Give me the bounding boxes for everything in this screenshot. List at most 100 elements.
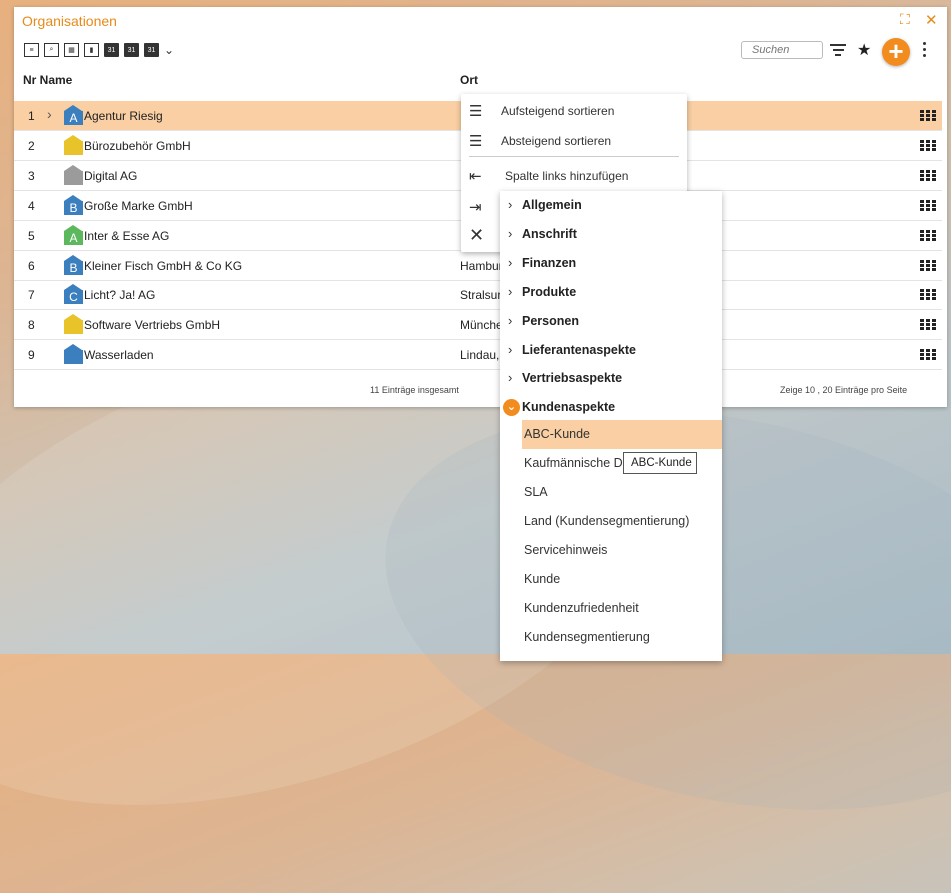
search-input[interactable] [741,41,823,59]
field-category[interactable]: › Allgemein [500,191,722,220]
total-entries: 11 Einträge insgesamt [370,385,459,395]
table-row[interactable]: 9 Wasserladen Lindau, [14,340,942,371]
calendar-day-icon[interactable]: 31 [104,43,119,57]
field-category[interactable]: › Personen [500,307,722,336]
organisation-name[interactable]: Licht? Ja! AG [84,288,155,302]
field-submenu: › Allgemein › Anschrift › Finanzen › Produkte › P… [500,191,722,661]
row-number: 4 [28,198,35,213]
grid-menu-icon[interactable] [920,169,936,182]
tile-view-icon[interactable]: ▦ [64,43,79,57]
field-category[interactable]: › Lieferantenaspekte [500,336,722,365]
more-vertical-icon[interactable] [923,42,927,60]
organisation-type-icon [64,314,83,335]
sort-desc-icon: ☰ [469,133,483,150]
field-category[interactable]: › Finanzen [500,249,722,278]
close-icon: ✕ [469,225,485,245]
organisation-ort: Lindau, [460,348,500,363]
chevron-right-icon: › [508,254,513,270]
chevron-right-icon: › [508,197,513,212]
organisation-type-icon: C [64,284,83,305]
add-button[interactable]: + [882,38,910,66]
row-number: 3 [28,168,35,183]
field-category[interactable]: › Produkte [500,278,722,307]
organisation-type-icon: B [64,254,83,275]
table-row[interactable]: 6 B Kleiner Fisch GmbH & Co KG Hambur [14,251,942,281]
menu-sort-ascending[interactable]: ☰ Aufsteigend sortieren [461,96,687,124]
organisation-type-icon: A [64,105,83,125]
field-category[interactable]: › Anschrift [500,220,722,249]
filter-icon[interactable] [830,44,846,59]
field-item[interactable]: Servicehinweis [522,536,722,565]
chevron-right-icon[interactable]: › [47,106,52,122]
grid-menu-icon[interactable] [920,319,936,331]
table-row[interactable]: 7 C Licht? Ja! AG Stralsur [14,280,942,311]
row-number: 6 [28,258,35,273]
page-size-selector[interactable]: Zeige 10 , 20 Einträge pro Seite [780,385,907,395]
grid-menu-icon[interactable] [920,139,936,152]
chevron-down-icon: ⌄ [503,399,520,417]
organisation-name[interactable]: Agentur Riesig [84,109,163,123]
grid-menu-icon[interactable] [920,259,936,272]
chevron-right-icon: › [508,312,513,328]
star-icon[interactable]: ★ [857,40,871,60]
row-number: 8 [28,318,35,333]
field-item[interactable]: ABC-Kunde [522,420,722,449]
chevron-right-icon: › [508,341,513,357]
menu-sort-descending[interactable]: ☰ Absteigend sortieren [461,126,687,154]
organisation-type-icon [64,164,83,185]
list-view-icon[interactable]: ≡ [24,43,39,57]
grid-menu-icon[interactable] [920,199,936,212]
calendar-month-icon[interactable]: 31 [144,43,159,57]
row-number: 9 [28,348,35,363]
field-item[interactable]: SLA [522,478,722,507]
table-row[interactable]: 8 Software Vertriebs GmbH Münche [14,310,942,341]
field-category[interactable]: › Vertriebsaspekte [500,364,722,393]
sort-asc-icon: ☰ [469,103,483,120]
close-icon[interactable]: ✕ [925,11,938,29]
organisation-ort: Münche [460,318,503,333]
panel-title: Organisationen [22,13,117,29]
row-number: 2 [28,138,35,153]
row-number: 5 [28,228,35,243]
chart-view-icon[interactable]: ▮ [84,43,99,57]
column-header-nr-name[interactable]: Nr Name [23,73,72,87]
row-number: 7 [28,288,35,303]
organisation-ort: Hambur [460,258,503,273]
menu-add-column-left[interactable]: ⇤ Spalte links hinzufügen [461,161,687,189]
field-category-open[interactable]: ⌄ Kundenaspekte [500,393,722,422]
organisation-name[interactable]: Bürozubehör GmbH [84,139,191,153]
grid-menu-icon[interactable] [920,289,936,301]
chevron-right-icon: › [508,283,513,299]
organisation-name[interactable]: Digital AG [84,169,137,183]
grid-menu-icon[interactable] [920,110,936,122]
grid-menu-icon[interactable] [920,229,936,242]
chevron-right-icon: › [508,225,513,241]
field-item[interactable]: Kundenzufriedenheit [522,594,722,623]
chevron-down-icon[interactable]: ⌄ [164,43,174,57]
organisation-name[interactable]: Große Marke GmbH [84,199,193,213]
field-item[interactable]: Kundensegmentierung [522,623,722,652]
add-right-icon: ⇥ [469,199,482,216]
organisation-name[interactable]: Inter & Esse AG [84,229,169,243]
field-item[interactable]: Kunde [522,565,722,594]
organisation-name[interactable]: Kleiner Fisch GmbH & Co KG [84,259,242,273]
expand-icon[interactable]: ⛶ [900,11,910,28]
menu-divider [469,156,679,157]
chevron-right-icon: › [508,370,513,386]
detail-view-icon[interactable]: ⌕ [44,43,59,57]
add-left-icon: ⇤ [469,168,482,185]
calendar-week-icon[interactable]: 31 [124,43,139,57]
field-item[interactable]: Land (Kundensegmentierung) [522,507,722,536]
tooltip: ABC-Kunde [623,452,697,474]
organisation-type-icon [64,134,83,155]
organisation-name[interactable]: Software Vertriebs GmbH [84,318,220,332]
organisation-ort: Stralsur [460,288,502,303]
organisation-type-icon: A [64,224,83,245]
column-header-ort[interactable]: Ort [460,73,478,87]
view-toolbar: ≡ ⌕ ▦ ▮ 31 31 31 ⌄ [24,43,174,57]
organisation-name[interactable]: Wasserladen [84,348,154,362]
organisation-type-icon [64,344,83,365]
row-number: 1 [28,109,35,123]
grid-menu-icon[interactable] [920,349,936,361]
organisation-type-icon: B [64,194,83,215]
